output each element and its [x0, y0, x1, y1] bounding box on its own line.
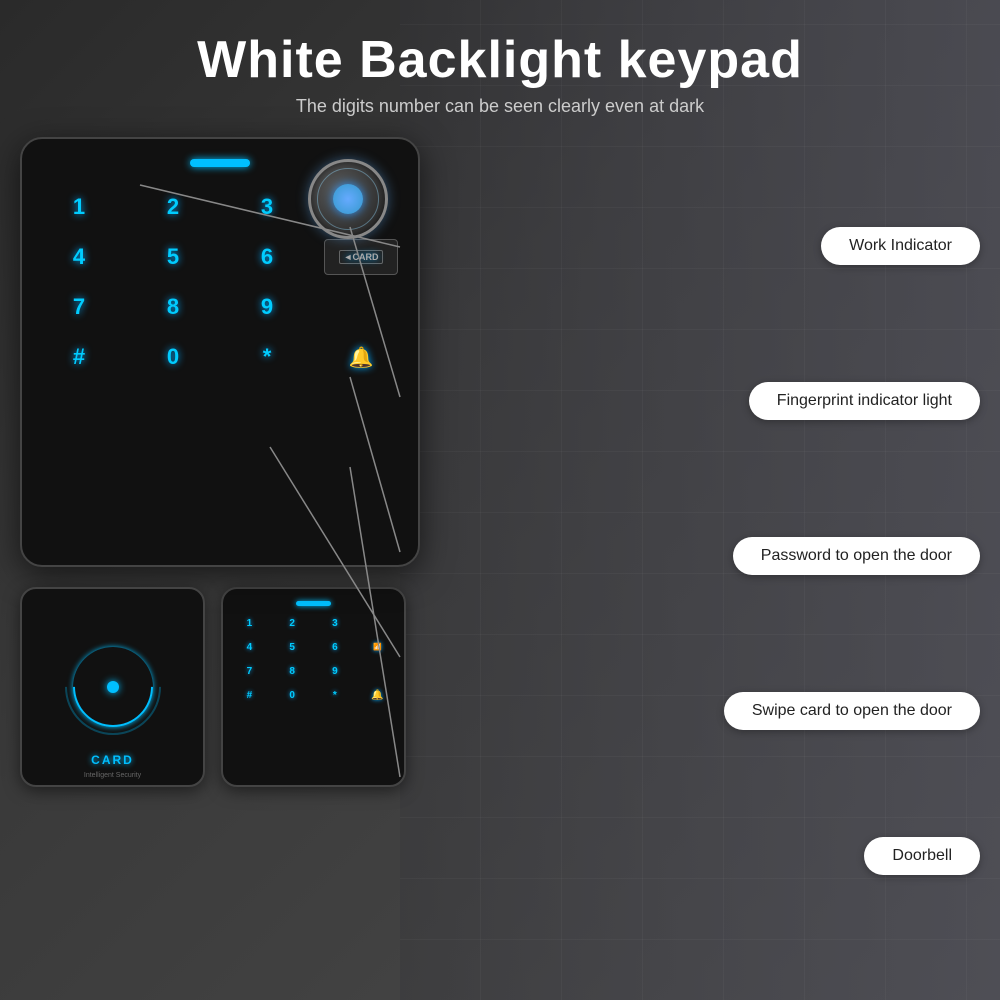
- doorbell-label: Doorbell: [864, 837, 980, 875]
- work-indicator-label: Work Indicator: [821, 227, 980, 265]
- page-content: White Backlight keypad The digits number…: [0, 0, 1000, 1000]
- right-column: Work Indicator Fingerprint indicator lig…: [440, 137, 980, 817]
- password-label: Password to open the door: [733, 537, 980, 575]
- page-subtitle: The digits number can be seen clearly ev…: [0, 96, 1000, 117]
- main-area: 1 2 3 4 5 6 ◄CARD 7 8 9: [0, 127, 1000, 817]
- swipe-card-label: Swipe card to open the door: [724, 692, 980, 730]
- connector-lines: [20, 137, 470, 817]
- fingerprint-label: Fingerprint indicator light: [749, 382, 980, 420]
- header: White Backlight keypad The digits number…: [0, 0, 1000, 127]
- page-title: White Backlight keypad: [0, 30, 1000, 90]
